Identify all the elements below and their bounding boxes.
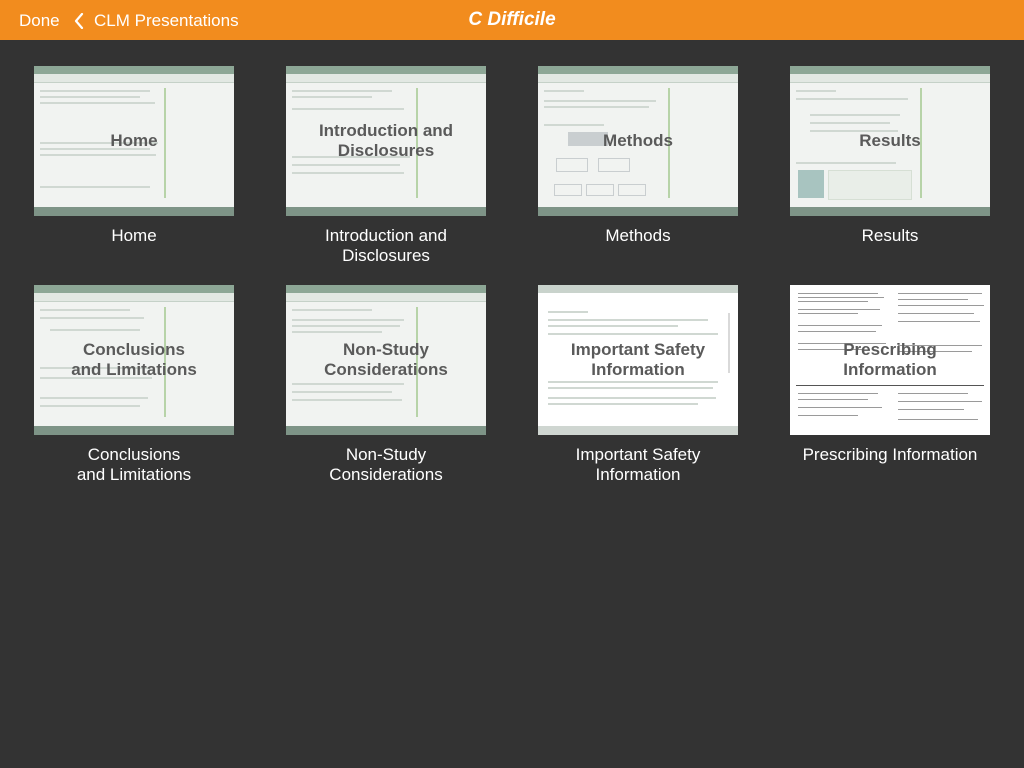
slide-tile-important-safety[interactable]: Important Safety Information Important S…	[538, 285, 738, 485]
slide-thumbnail[interactable]: Methods	[538, 66, 738, 216]
slide-thumbnail[interactable]: Important Safety Information	[538, 285, 738, 435]
slide-tile-methods[interactable]: Methods Methods	[538, 66, 738, 246]
top-navigation-bar: Done CLM Presentations C Difficile	[0, 0, 1024, 40]
slide-tile-introduction[interactable]: Introduction and Disclosures Introductio…	[286, 66, 486, 266]
slide-thumbnail-label: Non-Study Considerations	[324, 340, 448, 379]
slide-thumbnail[interactable]: Home	[34, 66, 234, 216]
slide-thumbnail-label: Important Safety Information	[570, 340, 706, 379]
page-title: C Difficile	[468, 9, 556, 30]
slide-tile-results[interactable]: Results Results	[790, 66, 990, 246]
slide-thumbnail[interactable]: Prescribing Information	[790, 285, 990, 435]
slide-thumbnail[interactable]: Results	[790, 66, 990, 216]
slide-thumbnail-label: Prescribing Information	[843, 340, 937, 379]
slide-caption: Introduction and Disclosures	[325, 226, 447, 265]
slide-caption: Important Safety Information	[575, 445, 701, 484]
slide-tile-non-study[interactable]: Non-Study Considerations Non-Study Consi…	[286, 285, 486, 485]
slide-tile-prescribing[interactable]: Prescribing Information Prescribing Info…	[790, 285, 990, 465]
slide-tile-home[interactable]: Home Home	[34, 66, 234, 246]
slide-thumbnail-label: Methods	[603, 131, 673, 150]
slide-thumbnail-label: Conclusions and Limitations	[71, 340, 197, 379]
slide-caption: Home	[111, 226, 157, 245]
slide-thumbnail[interactable]: Non-Study Considerations	[286, 285, 486, 435]
slide-caption: Methods	[605, 226, 671, 245]
slide-thumbnail-label: Results	[859, 131, 921, 150]
slide-caption: Results	[861, 226, 919, 245]
slide-caption: Conclusions and Limitations	[76, 445, 192, 484]
slide-thumbnail-label: Introduction and Disclosures	[318, 121, 454, 160]
slide-caption: Prescribing Information	[802, 445, 978, 464]
slide-thumbnail[interactable]: Introduction and Disclosures	[286, 66, 486, 216]
slide-thumbnail-label: Home	[110, 131, 158, 150]
slide-caption: Non-Study Considerations	[329, 445, 443, 484]
slide-thumbnail[interactable]: Conclusions and Limitations	[34, 285, 234, 435]
slide-tile-conclusions[interactable]: Conclusions and Limitations Conclusions …	[34, 285, 234, 485]
